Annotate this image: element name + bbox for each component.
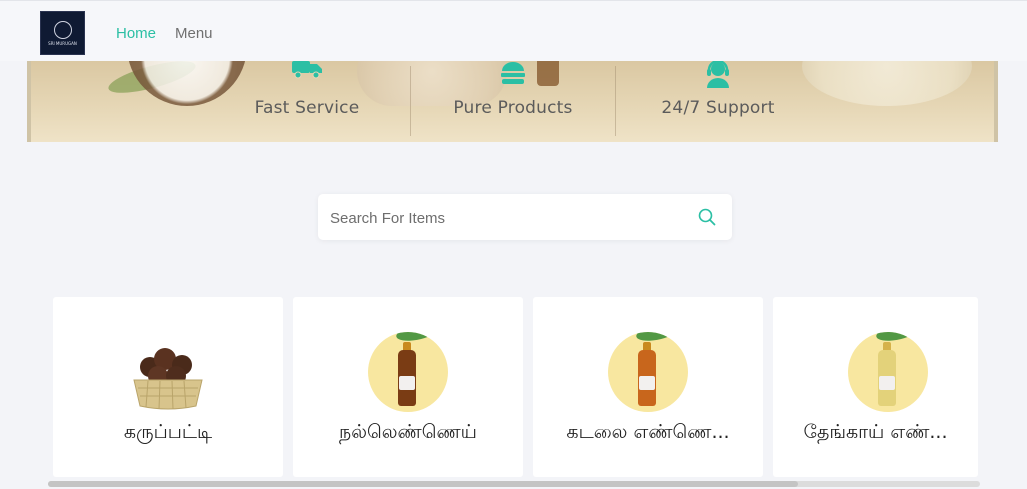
product-card[interactable]: கருப்பட்டி bbox=[53, 297, 283, 477]
oil-bottle-image bbox=[608, 332, 688, 412]
hero-edge-left bbox=[27, 56, 31, 142]
product-name: தேங்காய் எண்... bbox=[803, 421, 948, 443]
feature-divider bbox=[410, 66, 411, 136]
feature-label: Pure Products bbox=[453, 98, 573, 118]
product-card[interactable]: நல்லெண்ணெய் bbox=[293, 297, 523, 477]
feature-label: 24/7 Support bbox=[661, 98, 775, 118]
product-name: நல்லெண்ணெய் bbox=[339, 421, 477, 443]
support-agent-icon bbox=[702, 58, 734, 92]
feature-divider bbox=[615, 66, 616, 136]
oil-bottle-image bbox=[848, 332, 928, 412]
scrollbar-thumb[interactable] bbox=[48, 481, 798, 487]
brand-logo[interactable]: SRI MURUGAN bbox=[40, 11, 85, 55]
hero-banner: Fast Service Pure Products 24/7 Support bbox=[27, 56, 998, 142]
oil-bottle-image bbox=[368, 332, 448, 412]
feature-label: Fast Service bbox=[254, 98, 360, 118]
product-name: கருப்பட்டி bbox=[123, 421, 213, 443]
feature-pure-products: Pure Products bbox=[413, 56, 613, 142]
logo-text: SRI MURUGAN bbox=[48, 40, 77, 46]
search-box bbox=[318, 194, 732, 242]
palm-jaggery-image bbox=[128, 332, 208, 412]
feature-fast-service: Fast Service bbox=[207, 56, 407, 142]
food-icon bbox=[498, 58, 528, 90]
search-icon[interactable] bbox=[698, 208, 716, 230]
horizontal-scrollbar[interactable] bbox=[48, 481, 980, 487]
logo-emblem-icon bbox=[53, 20, 72, 39]
feature-support: 24/7 Support bbox=[618, 56, 818, 142]
nav-home-link[interactable]: Home bbox=[116, 25, 156, 42]
product-name: கடலை எண்ணெ... bbox=[566, 421, 730, 443]
delivery-truck-icon bbox=[290, 58, 324, 84]
hero-edge-right bbox=[994, 56, 998, 142]
product-card[interactable]: தேங்காய் எண்... bbox=[773, 297, 978, 477]
nav-menu-link[interactable]: Menu bbox=[175, 25, 213, 42]
product-card[interactable]: கடலை எண்ணெ... bbox=[533, 297, 763, 477]
search-input[interactable] bbox=[328, 194, 682, 242]
top-navbar: SRI MURUGAN Home Menu bbox=[0, 0, 1027, 61]
sesame-decoration bbox=[802, 56, 972, 106]
